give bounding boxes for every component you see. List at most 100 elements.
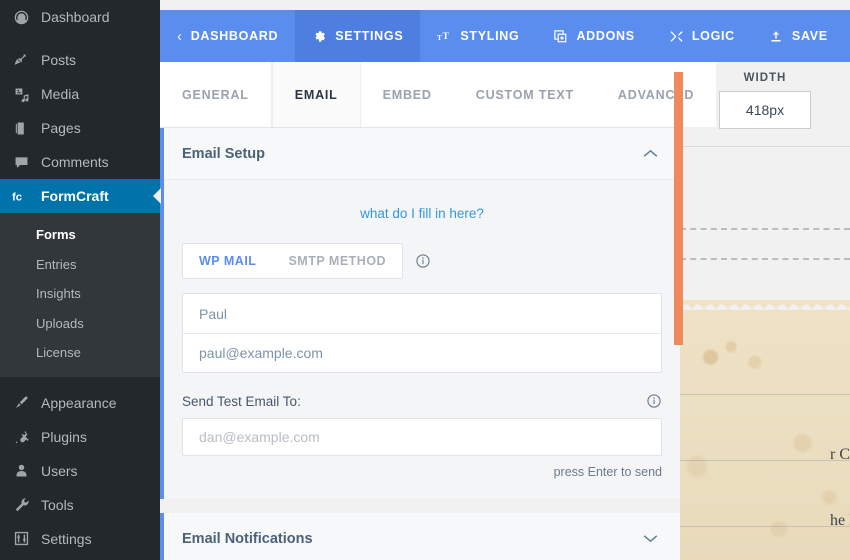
mail-method-row: WP MAIL SMTP METHOD <box>182 243 662 279</box>
text-size-icon: TT <box>437 29 452 44</box>
smtp-method-option[interactable]: SMTP METHOD <box>272 244 402 278</box>
toolbar-item-label: STYLING <box>460 29 520 43</box>
sidebar-item-appearance[interactable]: Appearance <box>0 386 160 420</box>
sidebar-item-label: Plugins <box>41 428 87 445</box>
preview-field-contact: r Contact <box>830 446 850 463</box>
toolbar-tab-addons[interactable]: ADDONS <box>536 10 651 62</box>
sidebar-item-label: Tools <box>41 496 74 513</box>
toolbar-item-label: SAVE <box>791 29 828 43</box>
addon-box-icon <box>553 29 568 44</box>
formcraft-logo-icon: fc <box>11 186 31 206</box>
svg-text:T: T <box>437 32 442 41</box>
sidebar-item-plugins[interactable]: Plugins <box>0 420 160 454</box>
test-email-label-row: Send Test Email To: <box>182 393 662 409</box>
dashboard-icon <box>11 7 31 27</box>
submenu-item-insights[interactable]: Insights <box>0 279 160 309</box>
tab-general[interactable]: GENERAL <box>160 62 272 127</box>
sidebar-item-label: Posts <box>41 52 77 68</box>
comment-bubble-icon <box>11 152 31 172</box>
form-paper-background <box>680 300 850 560</box>
email-notifications-section: Email Notifications <box>160 513 680 560</box>
width-input[interactable]: 418px <box>719 91 811 129</box>
panel-scrollbar[interactable] <box>674 72 683 345</box>
test-email-hint: press Enter to send <box>553 465 662 479</box>
toolbar-tab-styling[interactable]: TT STYLING <box>420 10 536 62</box>
sidebar-item-label: Comments <box>41 154 109 170</box>
toolbar-item-label: SETTINGS <box>335 29 404 43</box>
paper-rule-line <box>680 526 850 527</box>
plug-icon <box>11 427 31 447</box>
settings-scroll-area: Email Setup what do I fill in here? WP M… <box>160 128 680 560</box>
paper-rule-line <box>680 394 850 395</box>
wordpress-admin-sidebar: Dashboard Posts Media Pages Comments fc … <box>0 0 161 560</box>
preview-dashed-guide <box>680 228 850 230</box>
sidebar-item-media[interactable]: Media <box>0 77 160 111</box>
width-label: WIDTH <box>743 72 787 84</box>
sidebar-item-users[interactable]: Users <box>0 454 160 488</box>
sidebar-item-tools[interactable]: Tools <box>0 488 160 522</box>
toolbar-back-to-dashboard[interactable]: ‹ DASHBOARD <box>160 10 295 62</box>
sidebar-item-label: Pages <box>41 120 81 136</box>
email-setup-body: what do I fill in here? WP MAIL SMTP MET… <box>164 180 680 499</box>
sidebar-divider <box>0 34 160 43</box>
email-setup-section: Email Setup what do I fill in here? WP M… <box>160 128 680 499</box>
toolbar-item-label: LOGIC <box>691 29 735 43</box>
tab-advanced[interactable]: ADVANCED <box>595 62 717 127</box>
sidebar-item-label: Dashboard <box>41 9 110 25</box>
form-preview-canvas: WIDTH 418px Rea r Contact he Issue <box>680 62 850 560</box>
from-email-input[interactable]: paul@example.com <box>183 333 661 372</box>
toolbar-tab-logic[interactable]: LOGIC <box>652 10 752 62</box>
tab-embed[interactable]: EMBED <box>360 62 454 127</box>
sliders-icon <box>11 529 31 549</box>
media-icon <box>11 84 31 104</box>
chevron-down-icon[interactable] <box>643 534 658 543</box>
toolbar-tab-save[interactable]: SAVE <box>752 10 845 62</box>
sidebar-item-label: Media <box>41 86 80 102</box>
shuffle-icon <box>669 29 684 44</box>
sidebar-divider <box>0 377 160 386</box>
section-title: Email Setup <box>182 145 265 162</box>
info-circle-icon[interactable] <box>646 393 662 409</box>
sidebar-item-dashboard[interactable]: Dashboard <box>0 0 160 34</box>
section-title: Email Notifications <box>182 530 313 547</box>
gear-icon <box>312 29 327 44</box>
paper-torn-edge <box>680 300 850 310</box>
submenu-item-license[interactable]: License <box>0 338 160 368</box>
test-email-input[interactable]: dan@example.com <box>182 418 662 456</box>
from-name-input[interactable]: Paul <box>183 294 661 333</box>
sidebar-item-label: Users <box>41 462 78 479</box>
sidebar-item-comments[interactable]: Comments <box>0 145 160 179</box>
sidebar-item-posts[interactable]: Posts <box>0 43 160 77</box>
preview-dashed-guide <box>680 258 850 260</box>
chevron-left-icon: ‹ <box>177 27 183 45</box>
pages-icon <box>11 118 31 138</box>
formcraft-toolbar: ‹ DASHBOARD SETTINGS TT STYLING ADDONS L… <box>160 10 850 62</box>
sidebar-item-settings[interactable]: Settings <box>0 522 160 556</box>
submenu-item-forms[interactable]: Forms <box>0 220 160 250</box>
preview-field-issue: he Issue <box>830 512 850 529</box>
toolbar-tab-preview[interactable]: PREVIEW <box>845 10 850 62</box>
settings-panel: GENERAL EMAIL EMBED CUSTOM TEXT ADVANCED… <box>160 62 717 560</box>
user-icon <box>11 461 31 481</box>
email-help-link[interactable]: what do I fill in here? <box>182 206 662 221</box>
preview-guide-line <box>680 146 850 147</box>
sidebar-item-formcraft[interactable]: fc FormCraft <box>0 179 161 213</box>
email-notifications-header[interactable]: Email Notifications <box>164 513 680 560</box>
section-gap <box>160 499 680 513</box>
chevron-up-icon[interactable] <box>643 149 658 158</box>
info-circle-icon[interactable] <box>415 253 431 269</box>
sidebar-item-label: FormCraft <box>41 188 109 204</box>
tab-custom-text[interactable]: CUSTOM TEXT <box>453 62 596 127</box>
submenu-item-entries[interactable]: Entries <box>0 250 160 280</box>
submenu-item-uploads[interactable]: Uploads <box>0 309 160 339</box>
email-setup-header[interactable]: Email Setup <box>164 128 680 180</box>
upload-icon <box>769 29 784 44</box>
formcraft-admin-screen: Dashboard Posts Media Pages Comments fc … <box>0 0 850 560</box>
sidebar-item-pages[interactable]: Pages <box>0 111 160 145</box>
toolbar-item-label: DASHBOARD <box>190 29 279 43</box>
tab-email[interactable]: EMAIL <box>271 62 361 127</box>
wp-mail-option[interactable]: WP MAIL <box>183 244 272 278</box>
paper-rule-line <box>680 460 850 461</box>
toolbar-tab-settings[interactable]: SETTINGS <box>295 10 421 62</box>
wrench-icon <box>11 495 31 515</box>
